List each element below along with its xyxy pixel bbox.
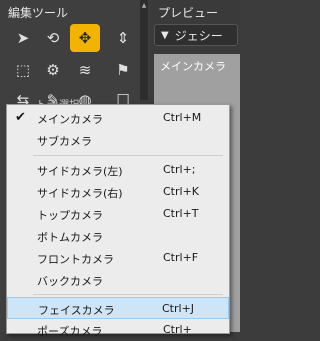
rotate-tool-icon[interactable]: ⟲ xyxy=(38,24,68,52)
menu-item-shortcut: Ctrl+; xyxy=(163,163,196,176)
menu-item-label: バックカメラ xyxy=(37,275,103,288)
panel-scrollbar[interactable]: ▲ xyxy=(140,0,148,100)
menu-item-bottom-camera[interactable]: ボトムカメラ xyxy=(7,225,229,247)
menu-item-shortcut: Ctrl+K xyxy=(163,185,200,198)
menu-item-pose-camera[interactable]: ポーズカメラ Ctrl+ xyxy=(7,319,229,341)
menu-item-label: サイドカメラ(左) xyxy=(37,165,123,178)
menu-item-main-camera[interactable]: ✔ メインカメラ Ctrl+M xyxy=(7,107,229,129)
box-select-tool-icon[interactable]: ⬚ xyxy=(8,56,38,84)
layers-tool-icon[interactable]: ≋ xyxy=(70,56,100,84)
scroll-up-arrow-icon[interactable]: ▲ xyxy=(140,2,148,9)
menu-separator xyxy=(33,294,223,295)
menu-item-shortcut: Ctrl+M xyxy=(163,111,202,124)
menu-separator xyxy=(33,155,223,156)
menu-item-label: サブカメラ xyxy=(37,135,92,148)
menu-item-label: フロントカメラ xyxy=(37,253,114,266)
menu-item-side-camera-left[interactable]: サイドカメラ(左) Ctrl+; xyxy=(7,159,229,181)
preview-title: プレビュー xyxy=(158,6,219,20)
select-arrow-tool-icon[interactable]: ➤ xyxy=(8,24,38,52)
chevron-down-icon: ▼ xyxy=(161,29,169,41)
menu-item-label: メインカメラ xyxy=(37,113,103,126)
menu-item-label: サイドカメラ(右) xyxy=(37,187,123,200)
move-tool-icon[interactable]: ✥ xyxy=(70,24,100,52)
camera-context-menu: ✔ メインカメラ Ctrl+M サブカメラ サイドカメラ(左) Ctrl+; サ… xyxy=(6,104,230,338)
menu-item-front-camera[interactable]: フロントカメラ Ctrl+F xyxy=(7,247,229,269)
menu-item-label: ボトムカメラ xyxy=(37,231,103,244)
character-select-value: ジェシー xyxy=(174,28,223,43)
menu-item-label: フェイスカメラ xyxy=(38,304,115,317)
menu-item-sub-camera[interactable]: サブカメラ xyxy=(7,129,229,151)
menu-item-shortcut: Ctrl+J xyxy=(162,302,195,315)
vertical-move-tool-icon[interactable]: ⇕ xyxy=(108,24,138,52)
menu-item-side-camera-right[interactable]: サイドカメラ(右) Ctrl+K xyxy=(7,181,229,203)
menu-item-shortcut: Ctrl+T xyxy=(163,207,199,220)
bone-tool-icon[interactable]: ⚑ xyxy=(108,56,138,84)
menu-item-face-camera[interactable]: フェイスカメラ Ctrl+J xyxy=(7,297,229,319)
edit-tools-title: 編集ツール xyxy=(8,6,69,20)
checkmark-icon: ✔ xyxy=(15,110,26,125)
menu-item-top-camera[interactable]: トップカメラ Ctrl+T xyxy=(7,203,229,225)
menu-item-back-camera[interactable]: バックカメラ xyxy=(7,269,229,291)
menu-item-shortcut: Ctrl+ xyxy=(163,323,192,336)
viewport-camera-label: メインカメラ xyxy=(160,60,226,73)
node-tool-icon[interactable]: ⚙ xyxy=(38,56,68,84)
menu-item-label: トップカメラ xyxy=(37,209,103,222)
character-select[interactable]: ▼ ジェシー xyxy=(154,24,238,46)
menu-item-label: ポーズカメラ xyxy=(37,325,103,338)
menu-item-shortcut: Ctrl+F xyxy=(163,251,199,264)
